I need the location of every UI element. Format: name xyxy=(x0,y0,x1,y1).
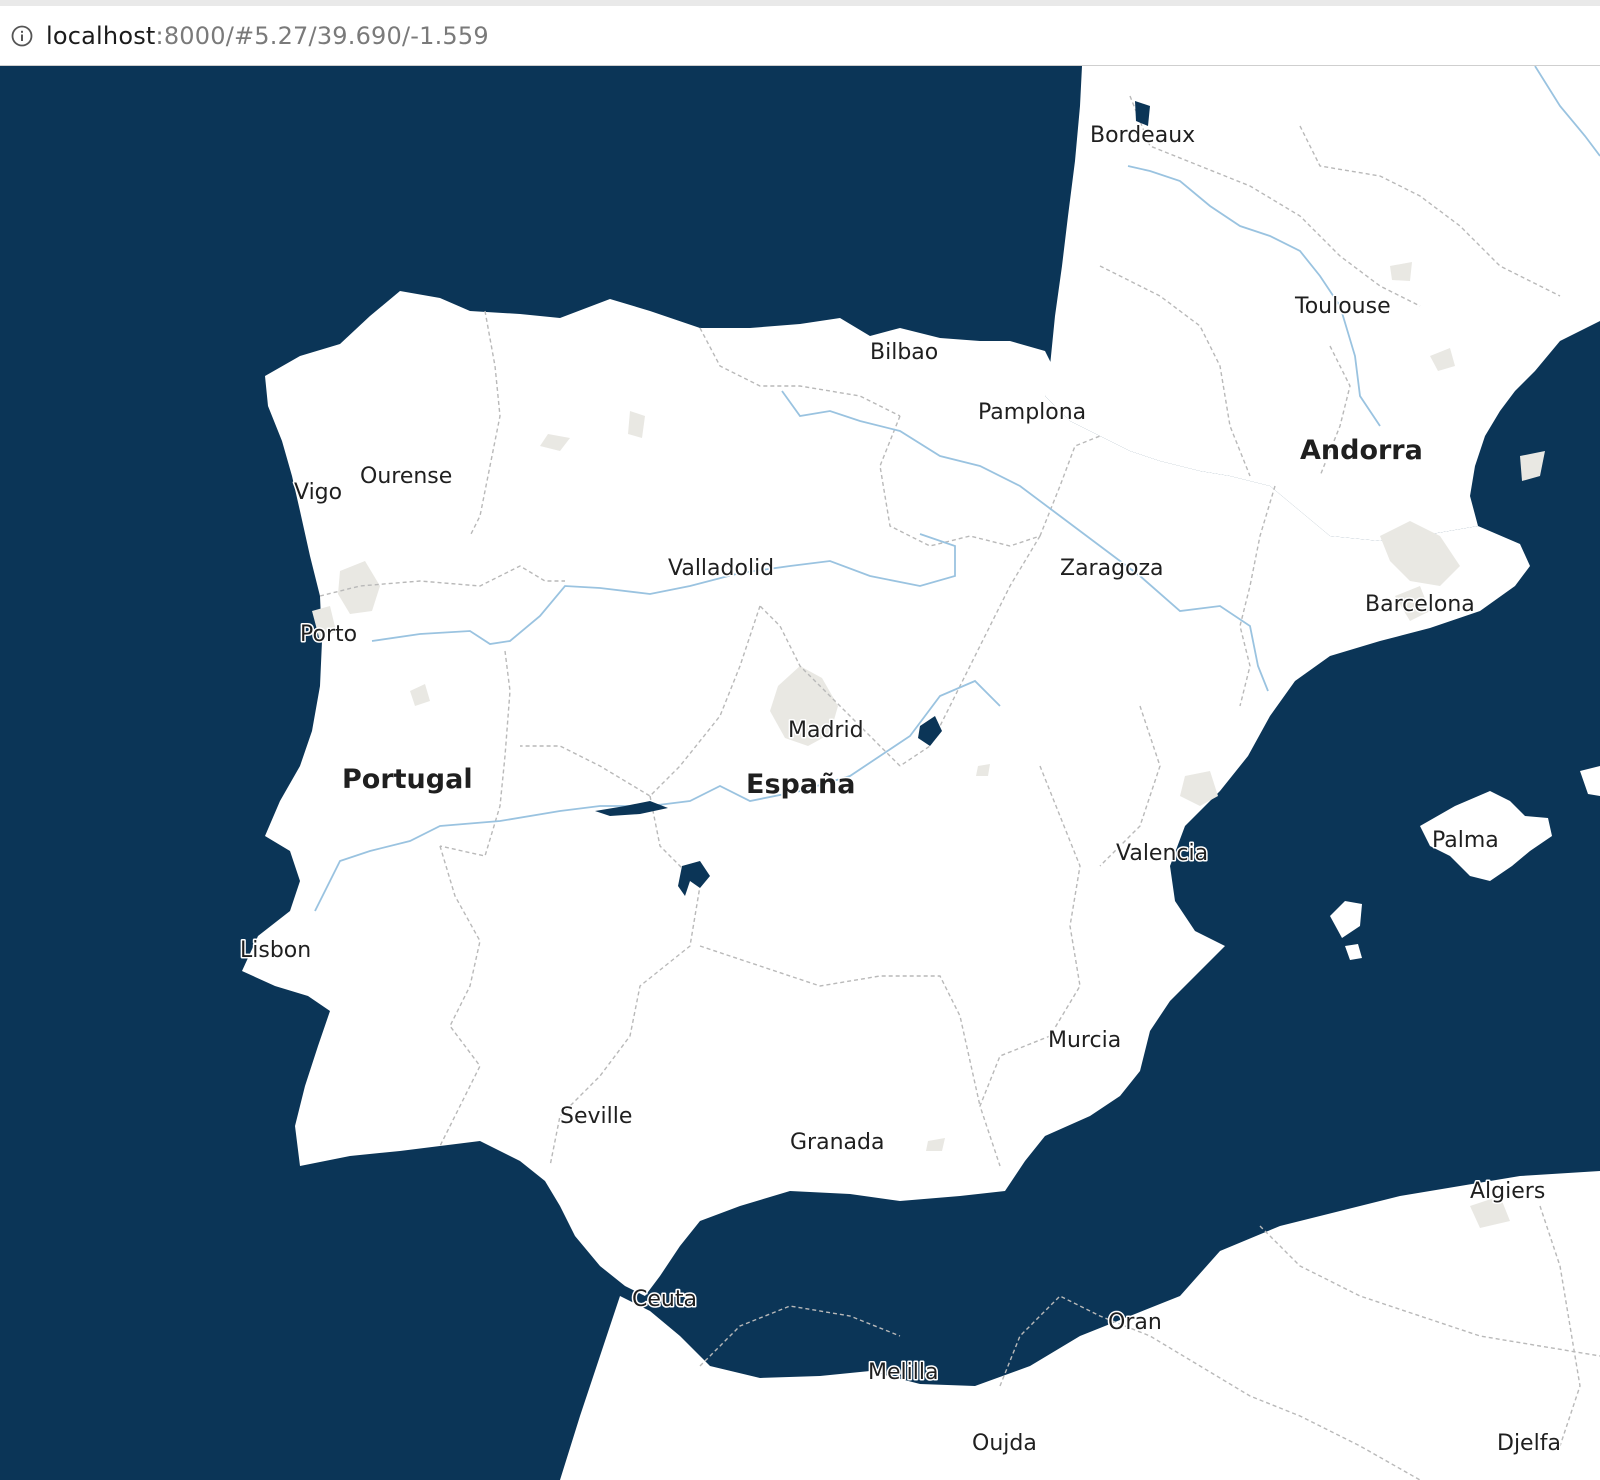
info-circle-icon[interactable] xyxy=(11,25,33,47)
label-melilla: Melilla xyxy=(868,1360,938,1385)
url-host: localhost xyxy=(46,21,156,50)
label-porto: Porto xyxy=(300,622,357,647)
label-zaragoza: Zaragoza xyxy=(1060,556,1164,581)
label-oran: Oran xyxy=(1108,1310,1162,1335)
label-lisbon: Lisbon xyxy=(240,938,311,963)
label-granada: Granada xyxy=(790,1130,884,1155)
map-canvas[interactable]: Bordeaux Toulouse Bilbao Pamplona Ourens… xyxy=(0,66,1600,1480)
label-andorra: Andorra xyxy=(1300,435,1423,466)
label-valencia: Valencia xyxy=(1116,841,1208,866)
label-bilbao: Bilbao xyxy=(870,340,938,365)
label-djelfa: Djelfa xyxy=(1497,1431,1561,1456)
label-spain: España xyxy=(746,769,856,800)
browser-address-bar[interactable]: localhost:8000/#5.27/39.690/-1.559 xyxy=(0,0,1600,66)
label-valladolid: Valladolid xyxy=(668,556,774,581)
url-path: :8000/#5.27/39.690/-1.559 xyxy=(155,21,489,50)
label-portugal: Portugal xyxy=(342,764,473,795)
label-ourense: Ourense xyxy=(360,464,452,489)
label-toulouse: Toulouse xyxy=(1294,294,1391,319)
label-palma: Palma xyxy=(1432,828,1499,853)
map-svg[interactable]: Bordeaux Toulouse Bilbao Pamplona Ourens… xyxy=(0,66,1600,1480)
label-seville: Seville xyxy=(560,1104,632,1129)
label-barcelona: Barcelona xyxy=(1365,592,1475,617)
label-oujda: Oujda xyxy=(972,1431,1037,1456)
label-madrid: Madrid xyxy=(788,718,864,743)
label-ceuta: Ceuta xyxy=(632,1287,697,1312)
label-bordeaux: Bordeaux xyxy=(1090,123,1195,148)
label-algiers: Algiers xyxy=(1470,1179,1545,1204)
label-murcia: Murcia xyxy=(1048,1028,1121,1053)
label-vigo: Vigo xyxy=(294,480,342,505)
url-text[interactable]: localhost:8000/#5.27/39.690/-1.559 xyxy=(46,22,489,50)
label-pamplona: Pamplona xyxy=(978,400,1086,425)
